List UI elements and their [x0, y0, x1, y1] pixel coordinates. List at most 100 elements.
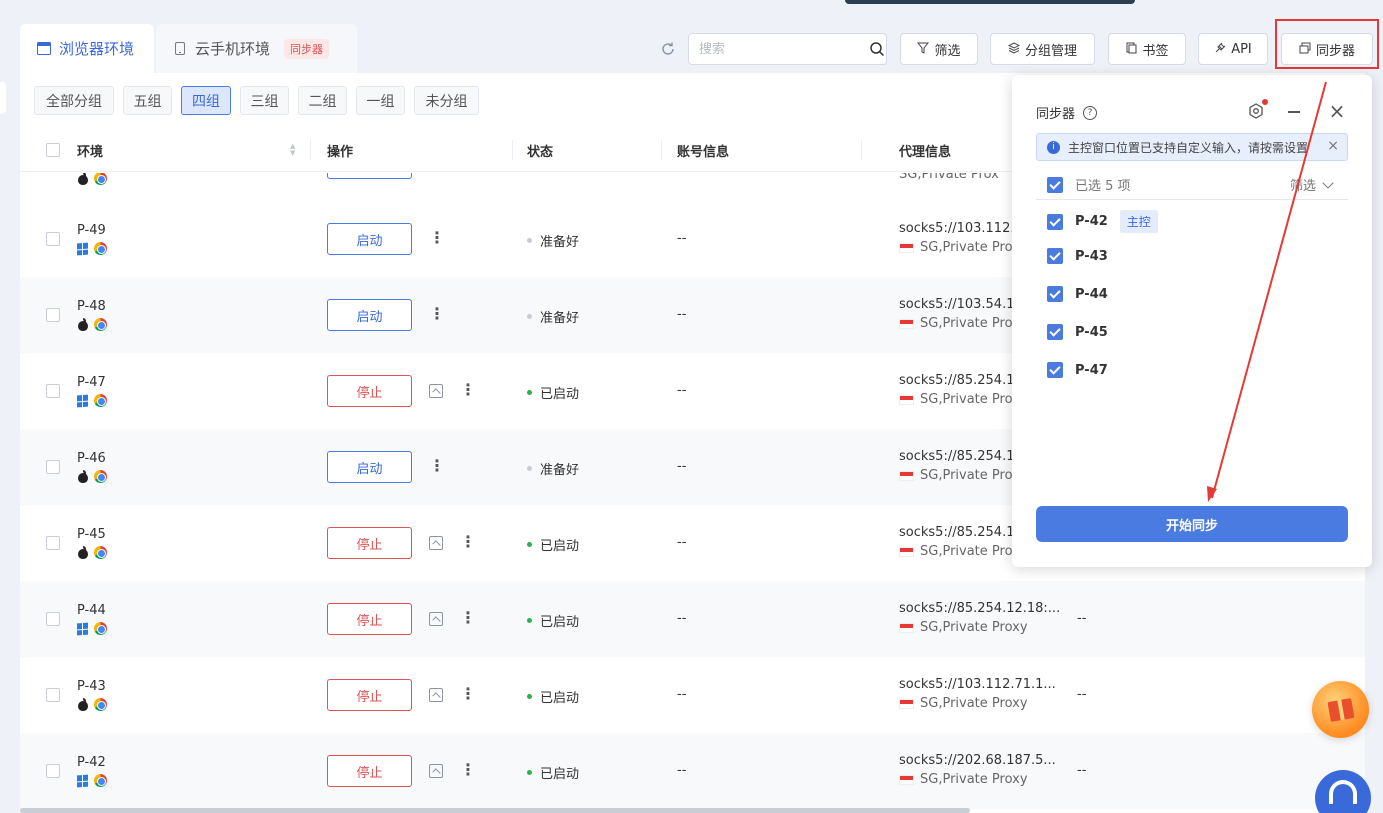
sort-icon[interactable]: ▲ ▼ — [284, 128, 295, 172]
extra-info: -- — [1077, 611, 1087, 626]
more-icon[interactable]: ⋮ — [429, 458, 445, 474]
status-dot — [527, 390, 532, 395]
env-name: P-43 — [77, 679, 106, 694]
more-icon[interactable]: ⋮ — [460, 382, 476, 398]
banner-close-icon[interactable]: × — [1327, 138, 1339, 154]
select-all-checkbox[interactable] — [46, 128, 60, 172]
row-checkbox[interactable] — [46, 688, 60, 702]
item-checkbox[interactable] — [1047, 362, 1063, 378]
account-info: -- — [677, 611, 687, 626]
table-row[interactable]: P-42 停止 ⋮ 已启动 -- socks5://202.68.187.5..… — [20, 733, 1365, 809]
more-icon[interactable]: ⋮ — [460, 762, 476, 778]
status: 准备好 — [527, 231, 579, 250]
env-info: P-44 — [77, 603, 107, 635]
row-checkbox[interactable] — [46, 384, 60, 398]
row-checkbox[interactable] — [46, 232, 60, 246]
more-icon[interactable]: ⋮ — [460, 610, 476, 626]
status: 已启动 — [527, 535, 579, 554]
filter-button[interactable]: 筛选 — [900, 33, 978, 65]
singapore-flag-icon — [899, 622, 914, 633]
start-button[interactable] — [327, 173, 412, 179]
group-all[interactable]: 全部分组 — [34, 86, 114, 115]
start-button[interactable]: 启动 — [327, 451, 412, 483]
chrome-icon — [94, 173, 107, 185]
settings-icon[interactable] — [1248, 103, 1264, 119]
close-icon[interactable]: × — [1328, 101, 1346, 121]
minimize-icon[interactable] — [1288, 111, 1300, 113]
apple-icon — [77, 470, 89, 483]
more-icon[interactable]: ⋮ — [429, 230, 445, 246]
phone-icon — [173, 42, 187, 55]
sync-item[interactable]: P-44 — [1047, 286, 1108, 302]
tab-browser-env[interactable]: 浏览器环境 — [20, 24, 154, 73]
select-all-checkbox[interactable] — [1047, 176, 1063, 193]
search-icon[interactable] — [869, 41, 885, 57]
item-checkbox[interactable] — [1047, 248, 1063, 264]
singapore-flag-icon — [899, 698, 914, 709]
row-checkbox[interactable] — [46, 612, 60, 626]
refresh-icon[interactable] — [658, 39, 678, 59]
bookmarks-button[interactable]: 书签 — [1108, 33, 1186, 65]
gift-icon[interactable] — [1312, 681, 1369, 738]
group-manage-button[interactable]: 分组管理 — [990, 33, 1095, 65]
api-button[interactable]: API — [1198, 33, 1268, 65]
show-window-icon[interactable] — [429, 384, 443, 398]
start-button[interactable]: 启动 — [327, 299, 412, 331]
table-row[interactable]: P-44 停止 ⋮ 已启动 -- socks5://85.254.12.18:.… — [20, 581, 1365, 657]
stop-button[interactable]: 停止 — [327, 527, 412, 559]
sync-item[interactable]: P-43 — [1047, 248, 1108, 264]
search-box[interactable] — [688, 33, 887, 65]
env-info: P-47 — [77, 375, 107, 407]
account-info: -- — [677, 687, 687, 702]
singapore-flag-icon — [899, 546, 914, 557]
show-window-icon[interactable] — [429, 612, 443, 626]
table-row[interactable]: P-43 停止 ⋮ 已启动 -- socks5://103.112.71.1..… — [20, 657, 1365, 733]
row-checkbox[interactable] — [46, 460, 60, 474]
group-two[interactable]: 二组 — [298, 86, 347, 115]
group-ungrouped[interactable]: 未分组 — [414, 86, 479, 115]
filter-label: 筛选 — [934, 43, 961, 59]
horizontal-scrollbar[interactable] — [20, 808, 970, 813]
row-checkbox[interactable] — [46, 536, 60, 550]
singapore-flag-icon — [899, 394, 914, 405]
row-checkbox[interactable] — [46, 764, 60, 778]
sync-item[interactable]: P-47 — [1047, 362, 1108, 378]
group-five[interactable]: 五组 — [123, 86, 172, 115]
more-icon[interactable]: ⋮ — [429, 306, 445, 322]
apple-icon — [77, 318, 89, 331]
group-one[interactable]: 一组 — [356, 86, 405, 115]
show-window-icon[interactable] — [429, 688, 443, 702]
sync-item[interactable]: P-42 主控 — [1047, 210, 1158, 233]
row-checkbox[interactable] — [46, 308, 60, 322]
status: 已启动 — [527, 383, 579, 402]
more-icon[interactable]: ⋮ — [460, 534, 476, 550]
start-button[interactable]: 启动 — [327, 223, 412, 255]
popup-filter[interactable]: 筛选 — [1290, 175, 1334, 194]
start-sync-button[interactable]: 开始同步 — [1036, 506, 1348, 542]
sync-item[interactable]: P-45 — [1047, 324, 1108, 340]
group-four[interactable]: 四组 — [181, 86, 231, 115]
account-info: -- — [677, 459, 687, 474]
group-three[interactable]: 三组 — [240, 86, 289, 115]
item-checkbox[interactable] — [1047, 213, 1063, 230]
show-window-icon[interactable] — [429, 536, 443, 550]
col-env[interactable]: 环境 — [77, 128, 103, 172]
stop-button[interactable]: 停止 — [327, 375, 412, 407]
env-name: P-48 — [77, 299, 106, 314]
help-icon[interactable]: ? — [1083, 105, 1098, 120]
search-input[interactable] — [699, 41, 869, 57]
item-checkbox[interactable] — [1047, 324, 1063, 340]
show-window-icon[interactable] — [429, 764, 443, 778]
stop-button[interactable]: 停止 — [327, 679, 412, 711]
plug-icon — [1214, 42, 1226, 57]
column-divider — [661, 140, 662, 160]
proxy-info: socks5://85.254.12 SG,Private Prox — [899, 449, 1023, 483]
more-icon[interactable]: ⋮ — [460, 686, 476, 702]
stop-button[interactable]: 停止 — [327, 603, 412, 635]
apple-icon — [77, 546, 89, 559]
item-checkbox[interactable] — [1047, 286, 1063, 302]
left-edge-handle[interactable] — [0, 82, 6, 114]
tab-cloud-phone-env[interactable]: 云手机环境 同步器 — [156, 24, 357, 73]
chrome-icon — [94, 698, 107, 711]
stop-button[interactable]: 停止 — [327, 755, 412, 787]
